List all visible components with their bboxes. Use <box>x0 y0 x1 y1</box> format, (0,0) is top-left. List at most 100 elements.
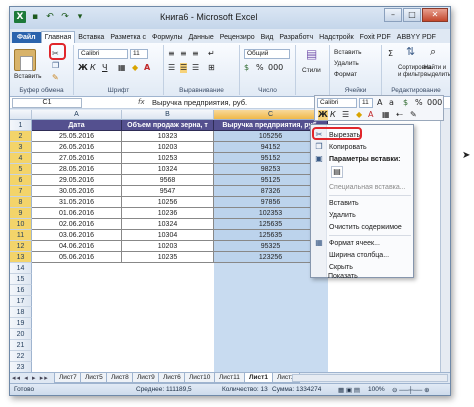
table-cell[interactable]: 10253 <box>122 153 214 164</box>
tab-abbyy[interactable]: ABBYY PDF <box>394 32 439 43</box>
sort-filter-icon[interactable]: ⇅ <box>406 46 415 57</box>
table-cell[interactable]: 10203 <box>122 142 214 153</box>
align-middle-icon[interactable]: ≡ <box>180 49 187 59</box>
zoom-slider[interactable]: ⊖ ──┼── ⊕ <box>392 386 430 394</box>
underline-icon[interactable]: Ч <box>102 63 107 73</box>
sheet-tab[interactable]: Лист1 <box>244 373 273 383</box>
mini-borders-icon[interactable]: ▦ <box>382 110 390 120</box>
font-color-icon[interactable]: A <box>144 63 150 73</box>
redo-icon[interactable]: ↷ <box>59 11 71 23</box>
table-cell[interactable]: 10256 <box>122 197 214 208</box>
menu-item-format-cells[interactable]: Формат ячеек... <box>329 238 380 249</box>
view-mode-icons[interactable]: ▦ ▣ ▤ <box>338 386 360 394</box>
row-header[interactable]: 9 <box>10 208 32 219</box>
menu-item-copy[interactable]: Копировать <box>329 142 367 153</box>
sheet-tab[interactable]: Лист10 <box>184 373 216 383</box>
row-header[interactable]: 17 <box>10 296 32 307</box>
table-cell[interactable]: 10235 <box>122 252 214 263</box>
align-center-icon[interactable]: ☰ <box>180 63 188 73</box>
align-top-icon[interactable]: ≡ <box>168 49 175 59</box>
sheet-tab[interactable]: Лист8 <box>106 373 134 383</box>
table-cell[interactable]: 31.05.2016 <box>32 197 122 208</box>
horizontal-scrollbar[interactable] <box>292 374 448 382</box>
currency-icon[interactable]: $ <box>244 63 249 73</box>
name-box[interactable]: C1 <box>12 98 82 108</box>
zoom-level[interactable]: 100% <box>368 386 385 393</box>
column-header-c[interactable]: C <box>214 110 328 120</box>
tab-home[interactable]: Главная <box>40 31 76 43</box>
table-cell[interactable]: 02.06.2016 <box>32 219 122 230</box>
tab-review[interactable]: Рецензиро <box>217 32 258 43</box>
table-cell[interactable]: 01.06.2016 <box>32 208 122 219</box>
italic-icon[interactable]: К <box>90 63 96 73</box>
autosum-icon[interactable]: Σ <box>388 49 393 59</box>
row-header[interactable]: 10 <box>10 219 32 230</box>
row-header[interactable]: 8 <box>10 197 32 208</box>
table-cell[interactable]: 04.06.2016 <box>32 241 122 252</box>
save-icon[interactable]: ▪ <box>29 11 41 23</box>
row-header[interactable]: 11 <box>10 230 32 241</box>
table-cell[interactable]: 10324 <box>122 219 214 230</box>
mini-bold-icon[interactable]: Ж <box>318 110 328 120</box>
format-cells-label[interactable]: Формат <box>334 71 357 78</box>
menu-item-clear-contents[interactable]: Очистить содержимое <box>329 222 402 233</box>
tab-file[interactable]: Файл <box>12 32 41 43</box>
row-header[interactable]: 20 <box>10 329 32 340</box>
row-header[interactable]: 2 <box>10 131 32 142</box>
align-bottom-icon[interactable]: ≡ <box>192 49 199 59</box>
fx-icon[interactable]: fx <box>138 98 145 106</box>
row-header[interactable]: 4 <box>10 153 32 164</box>
sheet-tab[interactable]: Лист7 <box>54 373 82 383</box>
mini-decimal-icon[interactable]: ⇠ <box>396 110 403 120</box>
minimize-button[interactable]: – <box>384 8 402 22</box>
row-header[interactable]: 21 <box>10 340 32 351</box>
row-header[interactable]: 18 <box>10 307 32 318</box>
format-painter-icon[interactable]: ✎ <box>52 73 59 83</box>
table-cell[interactable]: 28.05.2016 <box>32 164 122 175</box>
insert-cells-label[interactable]: Вставить <box>334 49 362 56</box>
maximize-button[interactable]: □ <box>403 8 421 22</box>
qat-dropdown-icon[interactable]: ▾ <box>74 11 86 23</box>
column-header-a[interactable]: A <box>32 110 122 120</box>
mini-font-name[interactable]: Calibri <box>317 98 357 108</box>
find-select-label[interactable]: Найти и выделить <box>424 65 450 79</box>
menu-item-insert[interactable]: Вставить <box>329 198 359 209</box>
table-cell[interactable]: 10236 <box>122 208 214 219</box>
sheet-tab[interactable]: Лист5 <box>80 373 108 383</box>
number-format-box[interactable]: Общий <box>244 49 290 59</box>
row-header[interactable]: 7 <box>10 186 32 197</box>
row-header[interactable]: 1 <box>10 120 32 131</box>
select-all-corner[interactable] <box>10 110 32 120</box>
menu-item-column-width[interactable]: Ширина столбца... <box>329 250 389 261</box>
sheet-tab[interactable]: Лист9 <box>132 373 160 383</box>
row-header[interactable]: 6 <box>10 175 32 186</box>
table-cell[interactable]: 29.05.2016 <box>32 175 122 186</box>
column-header-b[interactable]: B <box>122 110 214 120</box>
tab-insert[interactable]: Вставка <box>75 32 107 43</box>
tab-foxit[interactable]: Foxit PDF <box>357 32 394 43</box>
mini-percent-icon[interactable]: % <box>415 98 423 108</box>
delete-cells-label[interactable]: Удалить <box>334 60 359 67</box>
table-cell[interactable]: 9547 <box>122 186 214 197</box>
mini-center-icon[interactable]: ☰ <box>342 110 349 120</box>
row-header[interactable]: 14 <box>10 263 32 274</box>
wrap-text-icon[interactable]: ↵ <box>208 49 215 59</box>
row-header[interactable]: 13 <box>10 252 32 263</box>
mini-fill-icon[interactable]: ◆ <box>356 110 362 120</box>
tab-addins[interactable]: Надстройк <box>316 32 357 43</box>
styles-icon[interactable]: ▤ <box>306 48 317 60</box>
mini-thousands-icon[interactable]: 000 <box>427 98 442 108</box>
row-header[interactable]: 12 <box>10 241 32 252</box>
align-left-icon[interactable]: ☰ <box>168 63 175 73</box>
mini-currency-icon[interactable]: $ <box>403 98 408 108</box>
mini-shrink-font-icon[interactable]: a <box>389 98 394 108</box>
paste-icon[interactable] <box>14 49 36 71</box>
tab-page-layout[interactable]: Разметка с <box>107 32 149 43</box>
table-cell[interactable]: 03.06.2016 <box>32 230 122 241</box>
table-cell[interactable]: 10203 <box>122 241 214 252</box>
sheet-nav-icons[interactable]: ◂◂ ◂ ▸ ▸▸ <box>12 374 49 382</box>
row-header[interactable]: 5 <box>10 164 32 175</box>
undo-icon[interactable]: ↶ <box>44 11 56 23</box>
table-cell[interactable]: 25.05.2016 <box>32 131 122 142</box>
sort-filter-label[interactable]: Сортировка и фильтр <box>398 65 431 79</box>
